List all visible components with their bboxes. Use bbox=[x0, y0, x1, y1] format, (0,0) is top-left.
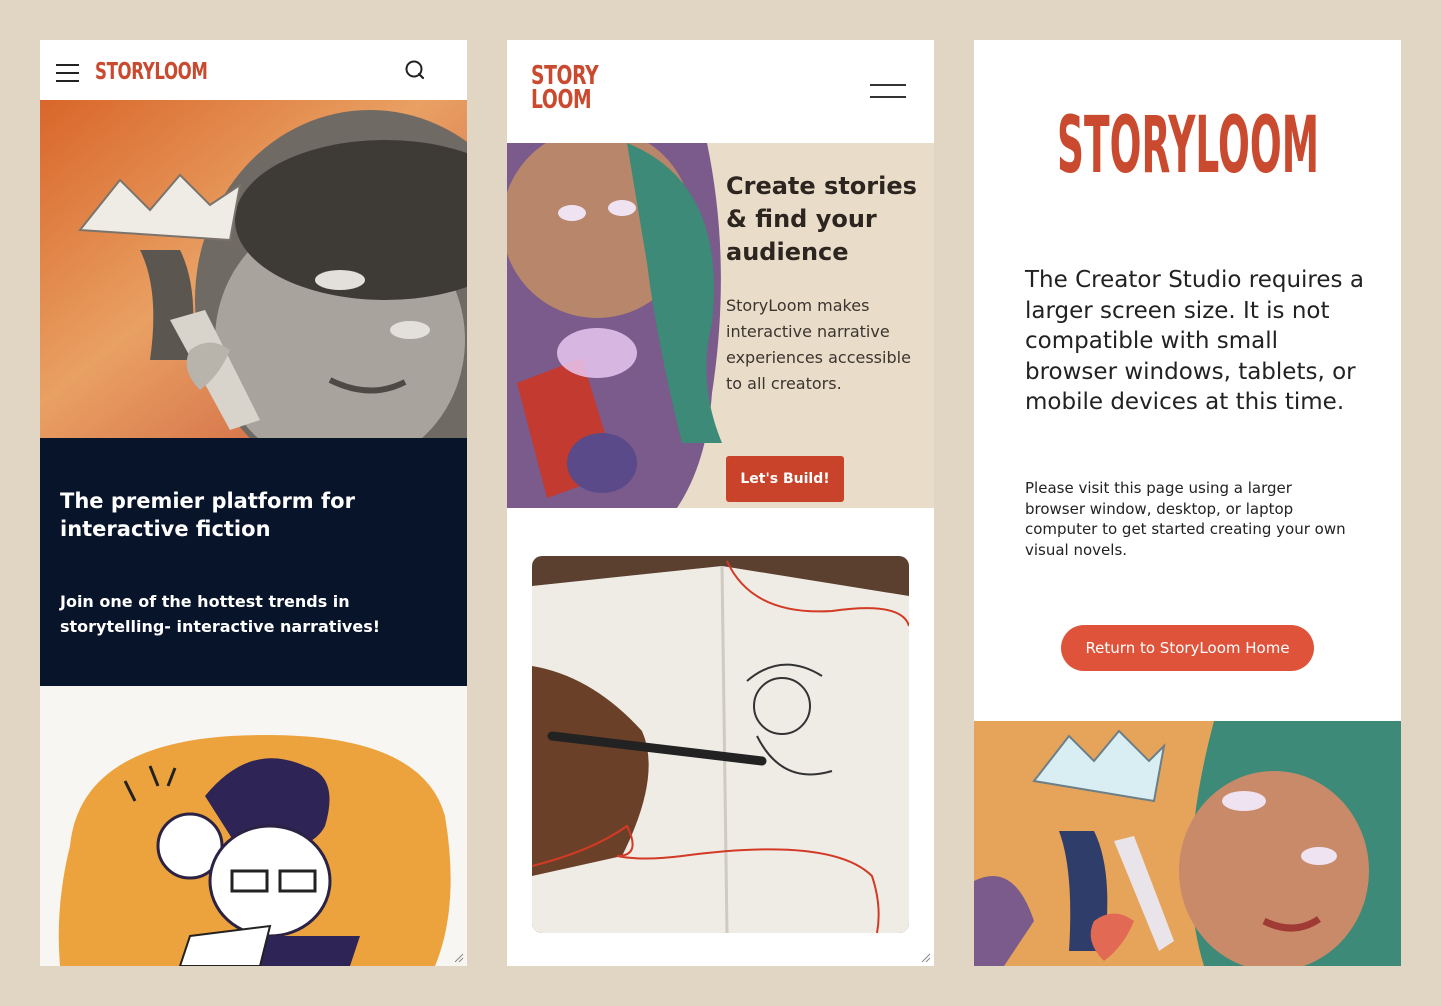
hero-heading: Create stories & find your audience bbox=[726, 172, 917, 266]
header: STORYLOOM bbox=[40, 40, 467, 100]
character-illustration bbox=[58, 735, 451, 966]
visit-instructions: Please visit this page using a larger br… bbox=[1025, 479, 1346, 559]
lets-build-button[interactable]: Let's Build! bbox=[726, 456, 844, 502]
character-section bbox=[40, 686, 467, 966]
hero-text: StoryLoom makes interactive narrative ex… bbox=[726, 296, 911, 393]
storyloom-logo[interactable]: STORYLOOM bbox=[95, 59, 208, 85]
storyloom-logo[interactable]: STORYLOOM bbox=[1054, 110, 1322, 180]
sketch-photo bbox=[532, 556, 909, 933]
search-icon[interactable] bbox=[404, 60, 426, 82]
storyloom-logo[interactable]: STORY LOOM bbox=[531, 63, 599, 115]
hero-banner: Create stories & find your audience Stor… bbox=[507, 143, 934, 508]
subheadline: Join one of the hottest trends in storyt… bbox=[60, 592, 381, 636]
hamburger-menu-icon[interactable] bbox=[56, 64, 79, 82]
logo-line-loom: LOOM bbox=[531, 85, 592, 115]
screen-size-message: The Creator Studio requires a larger scr… bbox=[1025, 267, 1364, 415]
hamburger-menu-icon[interactable] bbox=[870, 84, 906, 98]
footer-illustration bbox=[974, 721, 1401, 966]
resize-handle-icon[interactable] bbox=[921, 953, 931, 963]
resize-handle-icon[interactable] bbox=[454, 953, 464, 963]
intro-section: The premier platform for interactive fic… bbox=[40, 438, 467, 686]
return-home-button[interactable]: Return to StoryLoom Home bbox=[1061, 625, 1314, 671]
mobile-home-panel: STORYLOOM The premier platform for inter… bbox=[40, 40, 467, 966]
creator-studio-panel: STORYLOOM The Creator Studio requires a … bbox=[974, 40, 1401, 966]
hero-illustration bbox=[40, 100, 467, 438]
headline: The premier platform for interactive fic… bbox=[60, 489, 355, 541]
tablet-home-panel: STORY LOOM Create stories & find your au… bbox=[507, 40, 934, 966]
logo-text: STORYLOOM bbox=[1057, 110, 1319, 180]
